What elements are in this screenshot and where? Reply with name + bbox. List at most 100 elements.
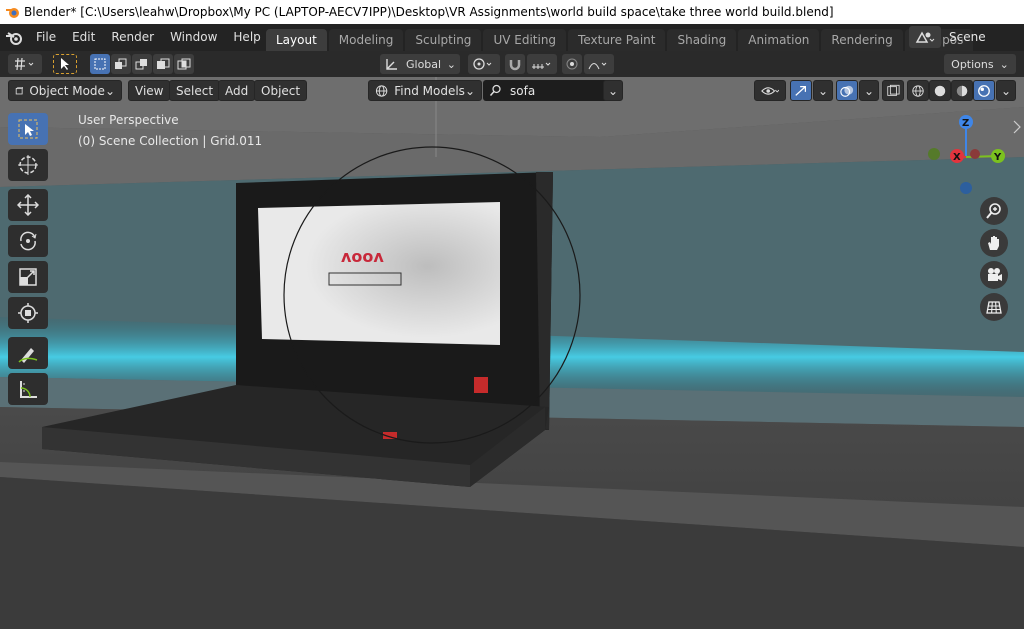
- tool-measure[interactable]: [8, 373, 48, 405]
- pan-button[interactable]: [980, 229, 1008, 257]
- add-menu[interactable]: Add: [218, 80, 256, 101]
- xray-icon: [887, 84, 900, 96]
- select-mode-extend-button[interactable]: [111, 54, 131, 74]
- tool-move[interactable]: [8, 189, 48, 221]
- tab-modeling[interactable]: Modeling: [328, 29, 404, 51]
- options-dropdown[interactable]: Options ⌄: [944, 54, 1016, 74]
- search-icon: [489, 84, 501, 96]
- camera-view-button[interactable]: [980, 261, 1008, 289]
- proportional-edit-button[interactable]: [562, 54, 582, 74]
- menu-render[interactable]: Render: [103, 24, 162, 51]
- menu-help[interactable]: Help: [225, 24, 268, 51]
- object-menu-label: Object: [261, 83, 301, 98]
- chevron-down-icon: ⌄: [863, 83, 875, 98]
- pivot-point-button[interactable]: [8, 54, 42, 74]
- shading-material-button[interactable]: [951, 80, 973, 101]
- tab-sculpting[interactable]: Sculpting: [405, 29, 482, 51]
- gizmo-icon: [795, 85, 806, 96]
- tab-layout[interactable]: Layout: [266, 29, 327, 51]
- shading-dropdown[interactable]: ⌄: [996, 80, 1016, 101]
- menu-window[interactable]: Window: [162, 24, 225, 51]
- scene-selector: Scene: [909, 26, 1024, 48]
- scene-name[interactable]: Scene: [949, 30, 986, 44]
- object-mode-label: Object Mode: [29, 83, 105, 98]
- find-models-dropdown[interactable]: Find Models ⌄: [368, 80, 482, 101]
- select-menu-label: Select: [176, 83, 214, 98]
- select-subtract-icon: [135, 59, 147, 70]
- 3d-viewport[interactable]: ʌooʌ Z X Y: [0, 77, 1024, 629]
- perspective-label: User Perspective: [78, 113, 179, 127]
- snap-target-dropdown[interactable]: [527, 54, 557, 74]
- options-label: Options: [951, 57, 994, 71]
- gizmo-dropdown[interactable]: ⌄: [813, 80, 833, 101]
- select-extend-icon: [115, 58, 127, 69]
- proportional-edit-icon: [566, 58, 578, 70]
- tool-scale[interactable]: [8, 261, 48, 293]
- window-title: Blender* [C:\Users\leahw\Dropbox\My PC (…: [24, 5, 834, 19]
- object-menu[interactable]: Object: [254, 80, 308, 101]
- search-input[interactable]: sofa: [483, 80, 621, 101]
- tab-rendering[interactable]: Rendering: [821, 29, 903, 51]
- object-mode-dropdown[interactable]: Object Mode ⌄: [8, 80, 122, 101]
- tool-annotate[interactable]: [8, 337, 48, 369]
- transform-orientation-dropdown[interactable]: Global ⌄: [380, 54, 460, 74]
- select-mode-subtract-button[interactable]: [132, 54, 152, 74]
- blender-app-icon: [6, 8, 19, 18]
- tool-transform[interactable]: [8, 297, 48, 329]
- scale-icon: [19, 268, 37, 286]
- chevron-down-icon: ⌄: [104, 83, 115, 98]
- scene-icon: [915, 31, 935, 43]
- overlays-dropdown[interactable]: ⌄: [859, 80, 879, 101]
- tab-animation[interactable]: Animation: [738, 29, 820, 51]
- overlays-toggle-button[interactable]: [836, 80, 858, 101]
- pivot-transform-button[interactable]: [468, 54, 500, 74]
- shading-wireframe-button[interactable]: [907, 80, 929, 101]
- zoom-icon: [986, 203, 1001, 219]
- zoom-button[interactable]: [980, 197, 1008, 225]
- annotate-icon: [18, 348, 38, 363]
- chevron-down-icon: ⌄: [817, 83, 829, 98]
- shading-solid-button[interactable]: [929, 80, 951, 101]
- pivot-icon: [15, 57, 34, 71]
- search-clear-button[interactable]: ⌄: [603, 80, 623, 101]
- view-menu-label: View: [135, 83, 164, 98]
- view-menu[interactable]: View: [128, 80, 171, 101]
- snap-toggle-button[interactable]: [505, 54, 525, 74]
- tab-uv-editing[interactable]: UV Editing: [483, 29, 567, 51]
- axis-z-label: Z: [962, 118, 969, 129]
- proportional-falloff-dropdown[interactable]: [584, 54, 614, 74]
- add-menu-label: Add: [225, 83, 249, 98]
- tab-texture-paint[interactable]: Texture Paint: [568, 29, 666, 51]
- tool-cursor[interactable]: [8, 149, 48, 181]
- axis-y-label: Y: [993, 152, 1002, 163]
- rotate-icon: [20, 231, 37, 251]
- cursor-icon: [18, 155, 38, 175]
- xray-toggle-button[interactable]: [882, 80, 904, 101]
- select-mode-invert-button[interactable]: [153, 54, 173, 74]
- gizmo-toggle-button[interactable]: [790, 80, 812, 101]
- chevron-down-icon: ⌄: [464, 83, 475, 98]
- menu-file[interactable]: File: [28, 24, 64, 51]
- select-mode-new-button[interactable]: [90, 54, 110, 74]
- tab-shading[interactable]: Shading: [667, 29, 737, 51]
- tool-select-box[interactable]: [8, 113, 48, 145]
- screen-logo-text: ʌooʌ: [341, 247, 384, 266]
- orientation-icon: [386, 59, 397, 70]
- blender-logo-icon[interactable]: [0, 24, 28, 51]
- overlays-icon: [840, 85, 854, 97]
- viewport-scene: ʌooʌ Z X Y: [0, 77, 1024, 629]
- wireframe-sphere-icon: [912, 84, 924, 97]
- shading-rendered-button[interactable]: [973, 80, 995, 101]
- top-menubar: File Edit Render Window Help Layout Mode…: [0, 24, 1024, 51]
- ortho-toggle-button[interactable]: [980, 293, 1008, 321]
- workspace-tabs: Layout Modeling Sculpting UV Editing Tex…: [266, 24, 975, 51]
- select-mode-intersect-button[interactable]: [174, 54, 194, 74]
- select-menu[interactable]: Select: [169, 80, 221, 101]
- visibility-dropdown[interactable]: [754, 80, 786, 101]
- solid-sphere-icon: [934, 85, 946, 96]
- scene-dropdown-button[interactable]: [909, 26, 941, 48]
- search-value: sofa: [510, 83, 536, 98]
- select-tool-button[interactable]: [53, 54, 77, 74]
- tool-rotate[interactable]: [8, 225, 48, 257]
- menu-edit[interactable]: Edit: [64, 24, 103, 51]
